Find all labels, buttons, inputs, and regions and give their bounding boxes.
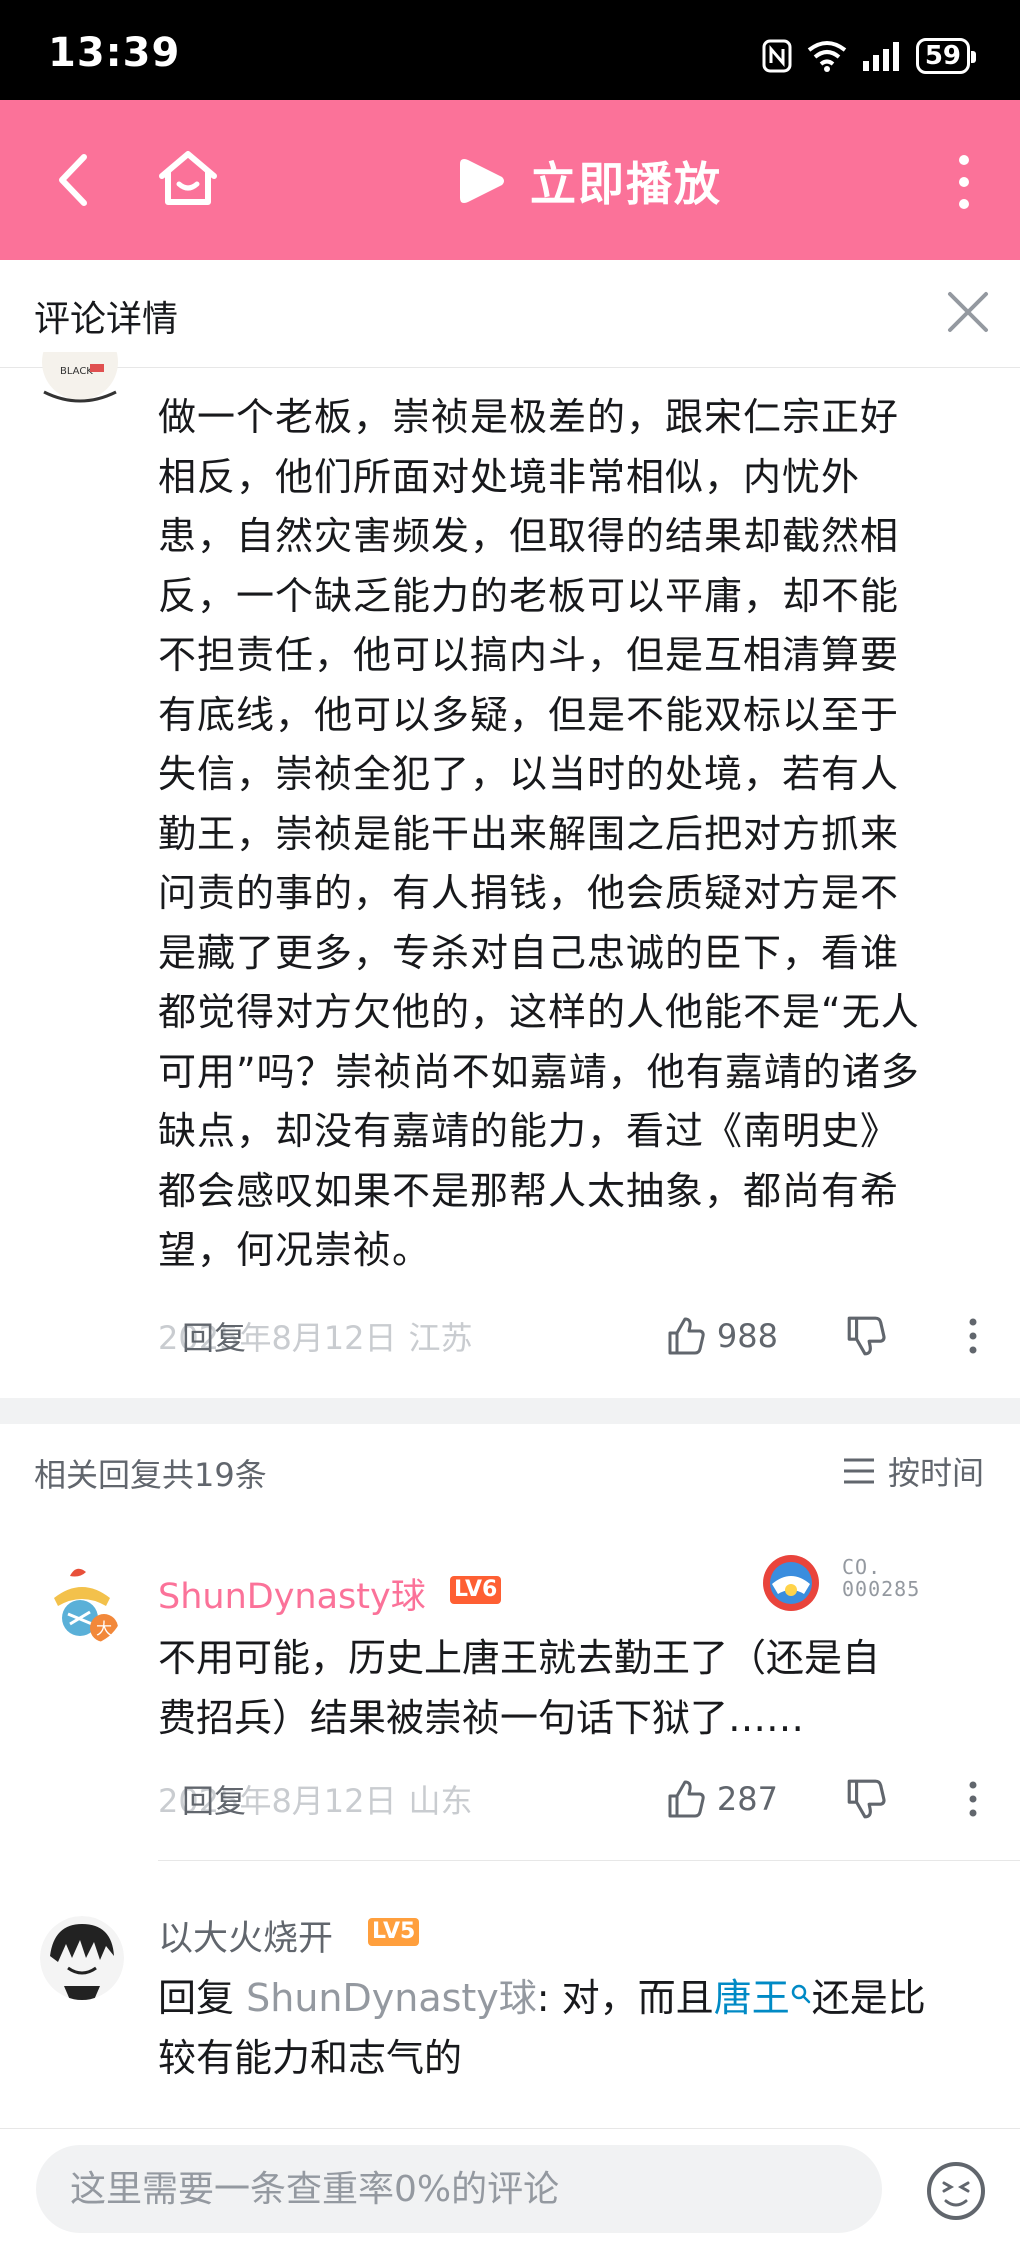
comment-line: 都觉得对方欠他的，这样的人他能不是“无人 [158,990,920,1034]
emoji-icon[interactable] [924,2159,988,2223]
like-count: 287 [716,1780,778,1818]
comment-line: 勤王，崇祯是能干出来解围之后把对方抓来 [158,811,900,856]
more-dots-icon[interactable] [958,1314,988,1358]
play-now-label: 立即播放 [530,157,722,211]
main-comment-avatar[interactable]: BLACK [40,352,120,412]
sort-label: 按时间 [887,1454,984,1492]
reply-text-part: 还是比 [811,1976,926,2020]
reply-avatar[interactable]: 大 [40,1562,124,1646]
sort-icon [843,1458,874,1484]
reply-username[interactable]: ShunDynasty球 [158,1568,426,1619]
more-dots-icon[interactable] [958,1777,988,1821]
back-icon[interactable] [40,145,110,215]
thumb-up-icon [668,1780,705,1818]
comment-line: 是藏了更多，专杀对自己忠诚的臣下，看谁 [158,930,900,975]
like-button[interactable]: 287 [665,1778,778,1820]
thumb-down-icon[interactable] [844,1777,888,1821]
status-bar: 13:39 59 [0,0,1020,100]
comment-line: 不担责任，他可以搞内斗，但是互相清算要 [158,633,900,677]
comment-line: 反，一个缺乏能力的老板可以平庸，却不能 [158,573,900,618]
reply-count: 相关回复共19条 [34,1456,267,1494]
close-icon[interactable] [938,282,998,342]
fan-medal-icon [758,1552,824,1614]
comment-line: 缺点，却没有嘉靖的能力，看过《南明史》 [158,1109,900,1153]
reply-button[interactable]: 回复 [182,1313,1020,1359]
reply-divider [158,1860,1020,1861]
status-icons: 59 [762,38,977,74]
avatar-text: BLACK [60,366,93,377]
search-link[interactable]: 唐王 [714,1976,790,2020]
avatar-tag: 大 [96,1619,112,1638]
reply-button[interactable]: 回复 [182,1776,1020,1822]
level-badge: LV6 [450,1576,502,1604]
like-count: 988 [716,1317,778,1355]
fan-medal-code-line: 000285 [842,1577,921,1601]
fan-medal-code: CO. 000285 [842,1556,920,1600]
reply-meta: 2025年8月12日 山东 回复 287 [158,1774,988,1824]
level-badge: LV5 [368,1918,420,1946]
thumb-up-icon [668,1317,705,1355]
reply-text-part: : 对，而且 [536,1976,714,2020]
battery-indicator: 59 [915,38,977,74]
section-divider [0,1398,1020,1424]
comment-line: 患，自然灾害频发，但取得的结果却截然相 [158,514,900,558]
replies-header: 相关回复共19条 按时间 [0,1424,1020,1514]
thumb-down-icon[interactable] [844,1314,888,1358]
comment-line: 望，何况崇祯。 [158,1228,432,1272]
reply-line: 不用可能，历史上唐王就去勤王了（还是自 [158,1636,881,1680]
page-title: 评论详情 [34,299,179,340]
like-button[interactable]: 988 [665,1315,778,1357]
reply-text: 不用可能，历史上唐王就去勤王了（还是自 费招兵）结果被崇祯一句话下狱了…… [158,1628,988,1748]
comment-input[interactable] [36,2145,882,2233]
reply-avatar[interactable] [40,1916,124,2000]
more-icon[interactable] [944,150,984,214]
comment-detail-header: 评论详情 [0,260,1020,368]
comment-line: 可用”吗？崇祯尚不如嘉靖，他有嘉靖的诸多 [158,1049,920,1094]
status-time: 13:39 [48,30,181,76]
reply-line: 回复 ShunDynasty球: 对，而且唐王 还是比 [158,1968,988,2028]
comment-line: 都会感叹如果不是那帮人太抽象，都尚有希 [158,1168,900,1213]
reply-username[interactable]: 以大火烧开 [158,1910,333,1961]
main-comment-text: 做一个老板，崇祯是极差的，跟宋仁宗正好 相反，他们所面对处境非常相似，内忧外 患… [158,388,978,1281]
play-icon [460,159,504,203]
main-comment-meta: 2025年8月12日 江苏 回复 988 [158,1311,988,1361]
comment-line: 相反，他们所面对处境非常相似，内忧外 [158,454,861,499]
reply-line: 费招兵）结果被崇祯一句话下狱了…… [158,1696,805,1740]
fan-medal-code-line: CO. [842,1555,882,1579]
signal-icon [862,42,899,71]
reply-text: 回复 ShunDynasty球: 对，而且唐王 还是比 较有能力和志气的 [158,1968,988,2088]
sort-button[interactable]: 按时间 [842,1448,984,1494]
reply-line: 较有能力和志气的 [158,2036,463,2080]
nfc-icon [762,39,792,73]
play-now-button[interactable]: 立即播放 [456,146,722,216]
wifi-icon [807,41,847,72]
comment-line: 失信，崇祯全犯了，以当时的处境，若有人 [158,752,900,796]
video-top-bar: 立即播放 [0,100,1020,260]
reply-prefix: 回复 [158,1976,235,2020]
comment-line: 做一个老板，崇祯是极差的，跟宋仁宗正好 [158,395,900,439]
search-icon[interactable] [790,1983,812,2005]
comment-line: 有底线，他可以多疑，但是不能双标以至于 [158,692,900,737]
home-icon[interactable] [152,142,224,214]
comment-input-bar [0,2128,1020,2250]
comment-line: 问责的事的，有人捐钱，他会质疑对方是不 [158,871,900,915]
mentioned-user[interactable]: ShunDynasty球 [246,1976,537,2020]
